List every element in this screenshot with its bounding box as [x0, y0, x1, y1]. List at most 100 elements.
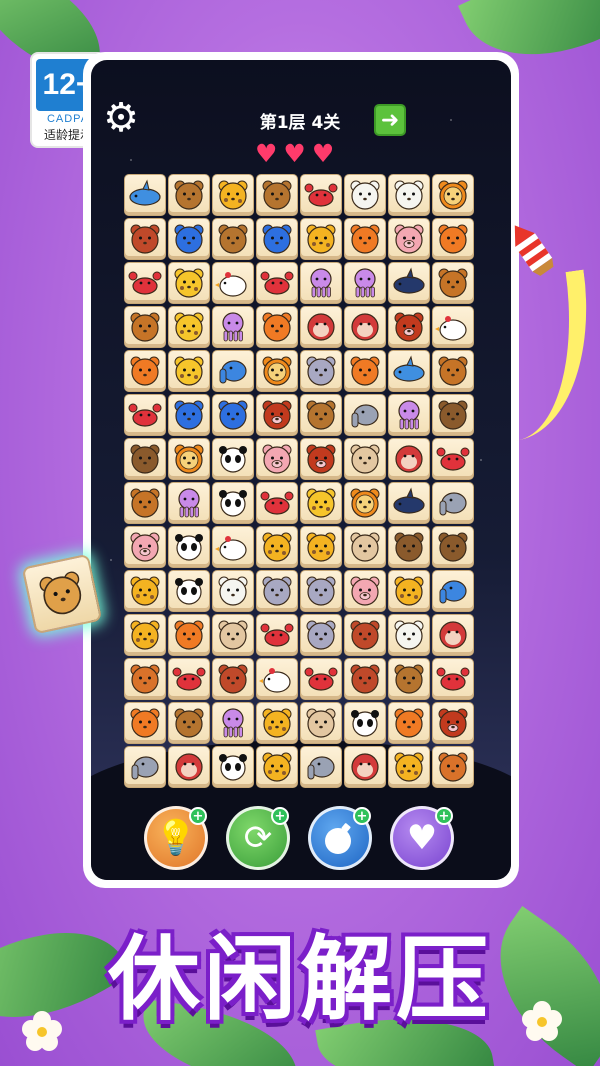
tile-crab[interactable]: [300, 174, 342, 216]
tile-tiger[interactable]: [300, 218, 342, 260]
tile-bear[interactable]: [124, 438, 166, 480]
tile-hedgehog[interactable]: [212, 658, 254, 700]
tile-chicken[interactable]: [432, 306, 474, 348]
tile-panda[interactable]: [168, 526, 210, 568]
tile-raccoon[interactable]: [432, 746, 474, 788]
tile-crab[interactable]: [256, 614, 298, 656]
tile-sheep[interactable]: [388, 174, 430, 216]
tile-fox[interactable]: [168, 614, 210, 656]
tile-fox[interactable]: [124, 350, 166, 392]
tile-octopus[interactable]: [388, 394, 430, 436]
tile-crab[interactable]: [124, 262, 166, 304]
tile-bear[interactable]: [388, 526, 430, 568]
next-level-button[interactable]: ➜: [374, 104, 406, 136]
tile-elephant[interactable]: [344, 394, 386, 436]
tile-elephant[interactable]: [432, 482, 474, 524]
tile-fox[interactable]: [388, 702, 430, 744]
tile-tiger[interactable]: [256, 746, 298, 788]
tile-giraffe[interactable]: [168, 306, 210, 348]
tile-pig[interactable]: [388, 218, 430, 260]
tile-octopus[interactable]: [212, 306, 254, 348]
tile-chicken[interactable]: [256, 658, 298, 700]
tile-cat[interactable]: [212, 394, 254, 436]
tile-boar[interactable]: [432, 702, 474, 744]
tile-bear[interactable]: [432, 394, 474, 436]
tile-crab[interactable]: [300, 658, 342, 700]
tile-octopus[interactable]: [212, 702, 254, 744]
hint-button[interactable]: 💡 +: [144, 806, 208, 870]
tile-pig[interactable]: [344, 570, 386, 612]
tile-bear[interactable]: [432, 526, 474, 568]
tile-hedgehog[interactable]: [344, 614, 386, 656]
tile-chicken[interactable]: [212, 262, 254, 304]
tile-dolphin[interactable]: [388, 350, 430, 392]
tile-monkey[interactable]: [212, 614, 254, 656]
tile-pig[interactable]: [124, 526, 166, 568]
tile-fox[interactable]: [124, 702, 166, 744]
tile-hedgehog[interactable]: [124, 218, 166, 260]
tile-crab[interactable]: [432, 658, 474, 700]
tile-crab[interactable]: [124, 394, 166, 436]
tile-monkey[interactable]: [344, 438, 386, 480]
tile-cat[interactable]: [168, 218, 210, 260]
tile-horse[interactable]: [432, 262, 474, 304]
tile-crab[interactable]: [168, 658, 210, 700]
tile-pig[interactable]: [256, 438, 298, 480]
tile-rhino[interactable]: [212, 350, 254, 392]
tile-gorilla[interactable]: [432, 614, 474, 656]
tile-octopus[interactable]: [344, 262, 386, 304]
tile-sheep[interactable]: [388, 614, 430, 656]
tile-lion[interactable]: [256, 350, 298, 392]
tile-boar[interactable]: [300, 438, 342, 480]
tile-octopus[interactable]: [300, 262, 342, 304]
tile-orca[interactable]: [388, 482, 430, 524]
tile-fox[interactable]: [432, 218, 474, 260]
tile-orca[interactable]: [388, 262, 430, 304]
tile-mouse[interactable]: [300, 614, 342, 656]
tile-lion[interactable]: [432, 174, 474, 216]
tile-gorilla[interactable]: [344, 746, 386, 788]
add-heart-button[interactable]: ♥ +: [390, 806, 454, 870]
tile-elephant[interactable]: [124, 746, 166, 788]
tile-gorilla[interactable]: [388, 438, 430, 480]
tile-monkey[interactable]: [344, 526, 386, 568]
tile-panda[interactable]: [212, 438, 254, 480]
tile-boar[interactable]: [256, 394, 298, 436]
tile-lion[interactable]: [344, 482, 386, 524]
tile-cat[interactable]: [256, 218, 298, 260]
tile-fox[interactable]: [344, 350, 386, 392]
tile-giraffe[interactable]: [168, 350, 210, 392]
tile-mouse[interactable]: [256, 570, 298, 612]
tile-tiger[interactable]: [256, 526, 298, 568]
tile-horse[interactable]: [124, 482, 166, 524]
tile-giraffe[interactable]: [168, 262, 210, 304]
tile-tiger[interactable]: [124, 614, 166, 656]
tile-panda[interactable]: [344, 702, 386, 744]
tile-fox[interactable]: [256, 306, 298, 348]
tile-horse[interactable]: [124, 306, 166, 348]
tile-tiger[interactable]: [388, 746, 430, 788]
tile-fox[interactable]: [344, 218, 386, 260]
tile-gorilla[interactable]: [300, 306, 342, 348]
shuffle-button[interactable]: ⟳ +: [226, 806, 290, 870]
tile-boar[interactable]: [388, 306, 430, 348]
tile-crab[interactable]: [256, 482, 298, 524]
tile-gorilla[interactable]: [168, 746, 210, 788]
tile-elephant[interactable]: [300, 746, 342, 788]
tile-tiger[interactable]: [212, 174, 254, 216]
tile-crab[interactable]: [432, 438, 474, 480]
tile-cat[interactable]: [168, 394, 210, 436]
gear-icon[interactable]: ⚙: [101, 98, 141, 138]
tile-horse[interactable]: [432, 350, 474, 392]
tile-tiger[interactable]: [256, 702, 298, 744]
tile-tiger[interactable]: [300, 526, 342, 568]
tile-gorilla[interactable]: [344, 306, 386, 348]
tile-sheep[interactable]: [212, 570, 254, 612]
tile-panda[interactable]: [212, 746, 254, 788]
tile-cow[interactable]: [168, 174, 210, 216]
tile-cow[interactable]: [388, 658, 430, 700]
tile-giraffe[interactable]: [300, 482, 342, 524]
tile-hedgehog[interactable]: [344, 658, 386, 700]
tile-cow[interactable]: [168, 702, 210, 744]
tile-tiger[interactable]: [124, 570, 166, 612]
